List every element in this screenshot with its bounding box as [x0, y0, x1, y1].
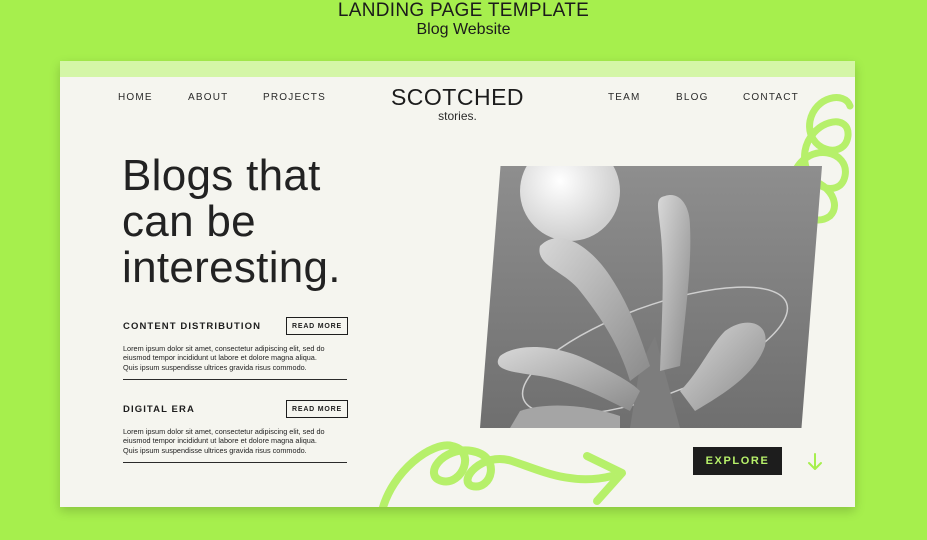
section-body: Lorem ipsum dolor sit amet, consectetur …: [123, 427, 347, 455]
brand-tagline: stories.: [438, 109, 477, 123]
brand-name: SCOTCHED: [390, 84, 525, 110]
section-heading: CONTENT DISTRIBUTION: [123, 321, 262, 332]
read-more-button[interactable]: READ MORE: [286, 400, 348, 418]
landing-page-frame: HOME ABOUT PROJECTS SCOTCHED stories. TE…: [60, 61, 855, 507]
read-more-button[interactable]: READ MORE: [286, 317, 348, 335]
section-divider: [123, 379, 347, 381]
section-body-line: Lorem ipsum dolor sit amet, consectetur …: [123, 427, 325, 436]
hero-image: [480, 166, 822, 428]
nav-blog[interactable]: BLOG: [676, 92, 709, 103]
showcase-subtitle: Blog Website: [416, 21, 511, 38]
section-body-line: Quis ipsum suspendisse ultrices gravida …: [123, 445, 307, 455]
section-body: Lorem ipsum dolor sit amet, consectetur …: [123, 344, 347, 372]
section-body-line: Lorem ipsum dolor sit amet, consectetur …: [123, 344, 325, 353]
explore-button[interactable]: EXPLORE: [693, 447, 782, 475]
section-heading: DIGITAL ERA: [123, 404, 195, 415]
hero-title-line: interesting.: [122, 243, 341, 292]
hero-title-line: can be: [122, 197, 256, 246]
nav-team[interactable]: TEAM: [608, 92, 641, 103]
section-body-line: eiusmod tempor incididunt ut labore et d…: [123, 436, 317, 446]
nav-contact[interactable]: CONTACT: [743, 92, 799, 103]
hero-title-line: Blogs that: [122, 151, 321, 200]
green-arrow-scribble-decoration: [379, 441, 626, 507]
down-arrow-icon[interactable]: [807, 452, 823, 472]
section-body-line: eiusmod tempor incididunt ut labore et d…: [123, 353, 317, 363]
section-body-line: Quis ipsum suspendisse ultrices gravida …: [123, 362, 307, 372]
section-divider: [123, 462, 347, 464]
brand-logo[interactable]: SCOTCHED stories.: [60, 84, 855, 123]
showcase-title: LANDING PAGE TEMPLATE: [337, 0, 590, 21]
frame-top-bar: [60, 61, 855, 77]
hero-title: Blogs that can be interesting.: [122, 153, 382, 291]
